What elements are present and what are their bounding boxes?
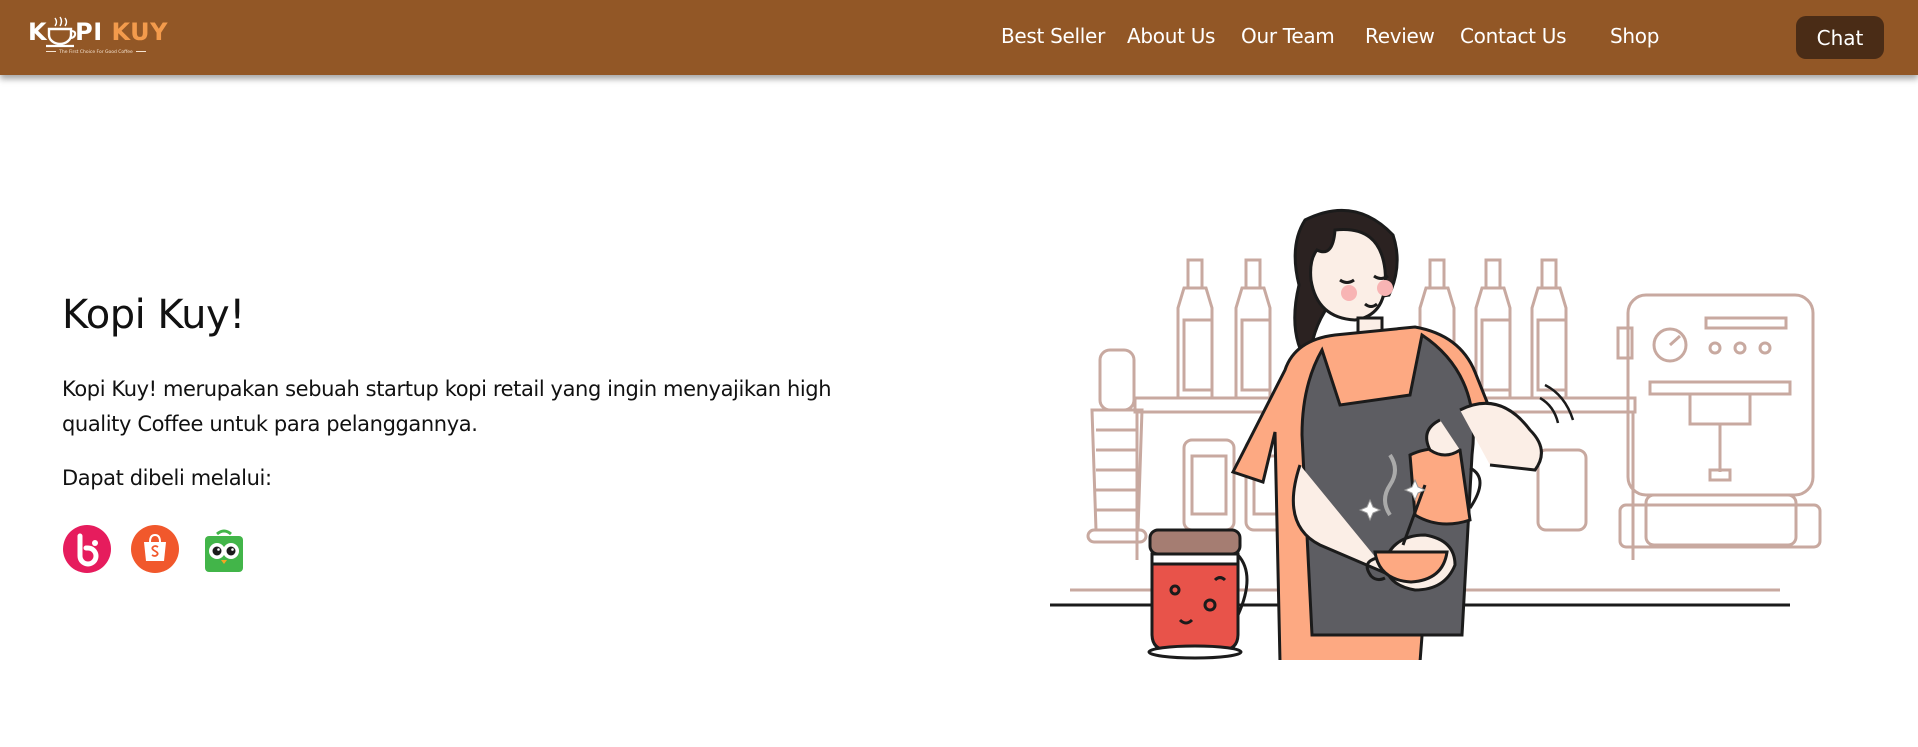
hero-description: Kopi Kuy! merupakan sebuah startup kopi …: [62, 377, 832, 436]
barista-illustration: [1050, 208, 1822, 660]
navbar: K PI KUY The First Choice For Good Coffee…: [0, 0, 1918, 75]
chat-button[interactable]: Chat: [1796, 16, 1884, 59]
nav-about-us[interactable]: About Us: [1127, 24, 1215, 48]
coffee-cup-icon: [46, 16, 77, 48]
purchase-channels-label: Dapat dibeli melalui:: [62, 466, 272, 490]
tokopedia-icon[interactable]: [199, 524, 249, 574]
nav-contact-us[interactable]: Contact Us: [1460, 24, 1567, 48]
nav-review[interactable]: Review: [1365, 24, 1435, 48]
hero-title: Kopi Kuy!: [62, 292, 245, 338]
brand-name-pi: PI: [75, 18, 103, 46]
brand-tagline: The First Choice For Good Coffee: [30, 50, 162, 55]
shopee-icon[interactable]: [130, 524, 180, 574]
nav-best-seller[interactable]: Best Seller: [1001, 24, 1105, 48]
brand-logo[interactable]: K PI KUY The First Choice For Good Coffee: [28, 14, 168, 60]
brand-name-kuy: KUY: [111, 18, 169, 46]
nav-our-team[interactable]: Our Team: [1241, 24, 1335, 48]
nav-shop[interactable]: Shop: [1610, 24, 1659, 48]
blibli-icon[interactable]: [62, 524, 112, 574]
